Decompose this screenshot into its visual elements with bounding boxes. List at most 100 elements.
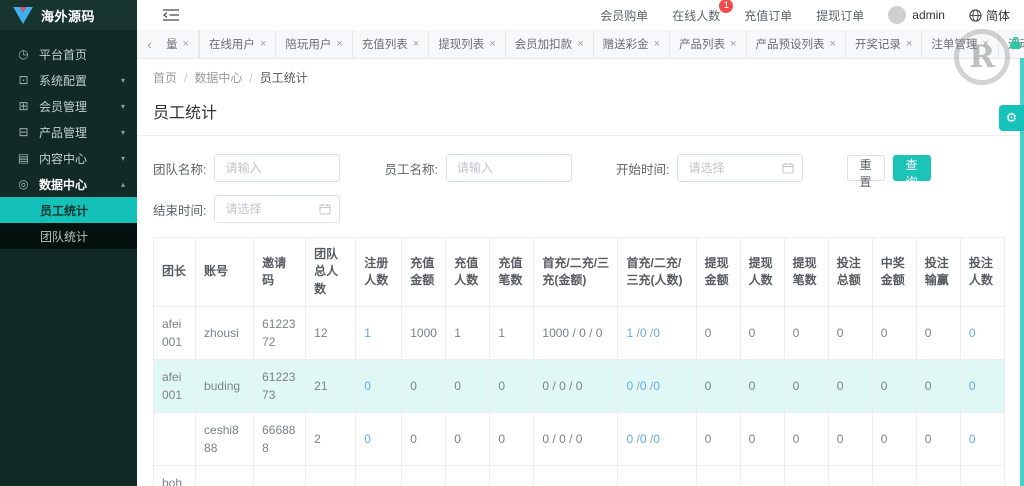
link-value[interactable]: 0: [969, 379, 976, 393]
watermark: R: [954, 29, 1010, 85]
tab-8[interactable]: 产品预设列表×: [747, 30, 846, 58]
tab-4[interactable]: 提现列表×: [429, 30, 505, 58]
sidebar-item-1[interactable]: ⊡系统配置▾: [0, 67, 137, 93]
sidebar-subitem-label: 团队统计: [40, 228, 88, 245]
tab-9[interactable]: 开奖记录×: [846, 30, 922, 58]
cell: 0: [402, 360, 446, 413]
tab-1[interactable]: 在线用户×: [199, 30, 276, 58]
menu-collapse-icon[interactable]: [163, 8, 179, 22]
cell: 0: [740, 466, 784, 486]
link-value[interactable]: 0: [653, 379, 660, 393]
tab-7[interactable]: 产品列表×: [670, 30, 746, 58]
cell: 21: [306, 360, 356, 413]
sidebar-item-0[interactable]: ◷平台首页: [0, 41, 137, 67]
sidebar-menu: ◷平台首页⊡系统配置▾⊞会员管理▾⊟产品管理▾▤内容中心▾◎数据中心▴员工统计团…: [0, 41, 137, 249]
search-button[interactable]: 查询: [893, 155, 931, 181]
cell: bohao01: [196, 466, 254, 486]
recharge-orders-link[interactable]: 充值订单: [744, 7, 792, 24]
cell: 0: [784, 360, 828, 413]
team-name-field: [214, 154, 340, 182]
settings-gear-button[interactable]: ⚙: [999, 105, 1024, 131]
staff-name-input[interactable]: [455, 160, 563, 176]
cell: 0: [356, 413, 402, 466]
tab-close-icon[interactable]: ×: [260, 38, 266, 50]
online-count-label: 在线人数: [672, 9, 720, 23]
sidebar-subitem-0[interactable]: 员工统计: [0, 197, 137, 223]
tab-label: 量: [166, 36, 178, 52]
tab-close-icon[interactable]: ×: [413, 38, 419, 50]
cell: 1000: [402, 307, 446, 360]
tab-5[interactable]: 会员加扣款×: [506, 30, 594, 58]
sidebar-item-label: 数据中心: [39, 176, 87, 193]
tab-close-icon[interactable]: ×: [654, 38, 660, 50]
breadcrumb-separator: /: [249, 71, 252, 85]
globe-icon: [969, 9, 982, 22]
tab-3[interactable]: 充值列表×: [353, 30, 429, 58]
link-value[interactable]: 0: [969, 326, 976, 340]
brand-v-icon: [13, 7, 33, 24]
link-value[interactable]: 0: [640, 326, 647, 340]
cell: 0: [784, 466, 828, 486]
team-name-input[interactable]: [223, 160, 331, 176]
cell: 0: [490, 466, 534, 486]
home-icon: ◷: [16, 47, 31, 61]
tab-6[interactable]: 赠送彩金×: [594, 30, 670, 58]
withdraw-orders-link[interactable]: 提现订单: [816, 7, 864, 24]
cell: 0: [784, 307, 828, 360]
column-header: 提现人数: [740, 238, 784, 307]
team-name-group: 团队名称:: [153, 154, 340, 182]
cell: 0: [356, 360, 402, 413]
sidebar-item-5[interactable]: ◎数据中心▴: [0, 171, 137, 197]
tab-close-icon[interactable]: ×: [183, 38, 189, 50]
tab-close-icon[interactable]: ×: [730, 38, 736, 50]
cell: 0 / 0 / 0: [534, 413, 618, 466]
cell: buding: [196, 360, 254, 413]
end-time-group: 结束时间:: [153, 195, 340, 223]
cell: 0: [696, 360, 740, 413]
language-switcher[interactable]: 简体: [969, 7, 1010, 24]
sidebar-item-3[interactable]: ⊟产品管理▾: [0, 119, 137, 145]
cell: 0: [306, 466, 356, 486]
tab-close-icon[interactable]: ×: [489, 38, 495, 50]
cell: 0: [356, 466, 402, 486]
staff-stats-table: 团长账号邀请码团队总人数注册人数充值金额充值人数充值笔数首充/二充/三充(金额)…: [153, 237, 1005, 486]
reset-button[interactable]: 重置: [847, 155, 885, 181]
column-header: 账号: [196, 238, 254, 307]
cell: 0 /0 /0: [618, 360, 696, 413]
tab-close-icon[interactable]: ×: [830, 38, 836, 50]
link-value[interactable]: 0: [364, 432, 371, 446]
start-time-input[interactable]: [686, 160, 778, 176]
link-value[interactable]: 0: [364, 379, 371, 393]
link-value[interactable]: 0: [640, 432, 647, 446]
sidebar-item-4[interactable]: ▤内容中心▾: [0, 145, 137, 171]
user-menu[interactable]: admin: [888, 6, 945, 24]
cell: ceshi888: [196, 413, 254, 466]
sidebar-subitem-1[interactable]: 团队统计: [0, 223, 137, 249]
language-label: 简体: [986, 7, 1010, 24]
chevron-down-icon: ▾: [121, 76, 125, 85]
tab-close-icon[interactable]: ×: [906, 38, 912, 50]
link-value[interactable]: 0: [640, 379, 647, 393]
tab-2[interactable]: 陪玩用户×: [276, 30, 352, 58]
link-value[interactable]: 1: [364, 326, 371, 340]
topbar-right: 会员购单 在线人数 1 充值订单 提现订单 admin: [600, 6, 1010, 24]
column-header: 充值金额: [402, 238, 446, 307]
cell: 6122373: [254, 360, 306, 413]
content-icon: ▤: [16, 151, 31, 165]
link-value[interactable]: 0: [653, 326, 660, 340]
tab-close-icon[interactable]: ×: [577, 38, 583, 50]
cell: 0: [696, 307, 740, 360]
tab-close-icon[interactable]: ×: [336, 38, 342, 50]
link-value[interactable]: 0: [653, 432, 660, 446]
breadcrumb-home[interactable]: 首页: [153, 69, 177, 86]
member-orders-link[interactable]: 会员购单: [600, 7, 648, 24]
online-count-link[interactable]: 在线人数 1: [672, 7, 720, 24]
link-value[interactable]: 0: [969, 432, 976, 446]
tab-0[interactable]: 量×: [157, 30, 199, 58]
topbar: 会员购单 在线人数 1 充值订单 提现订单 admin: [137, 0, 1024, 30]
cell: 0: [916, 466, 960, 486]
sidebar-item-2[interactable]: ⊞会员管理▾: [0, 93, 137, 119]
end-time-input[interactable]: [223, 201, 315, 217]
tabs-scroll-left-icon[interactable]: ‹: [142, 30, 157, 58]
breadcrumb-data-center[interactable]: 数据中心: [194, 69, 242, 86]
